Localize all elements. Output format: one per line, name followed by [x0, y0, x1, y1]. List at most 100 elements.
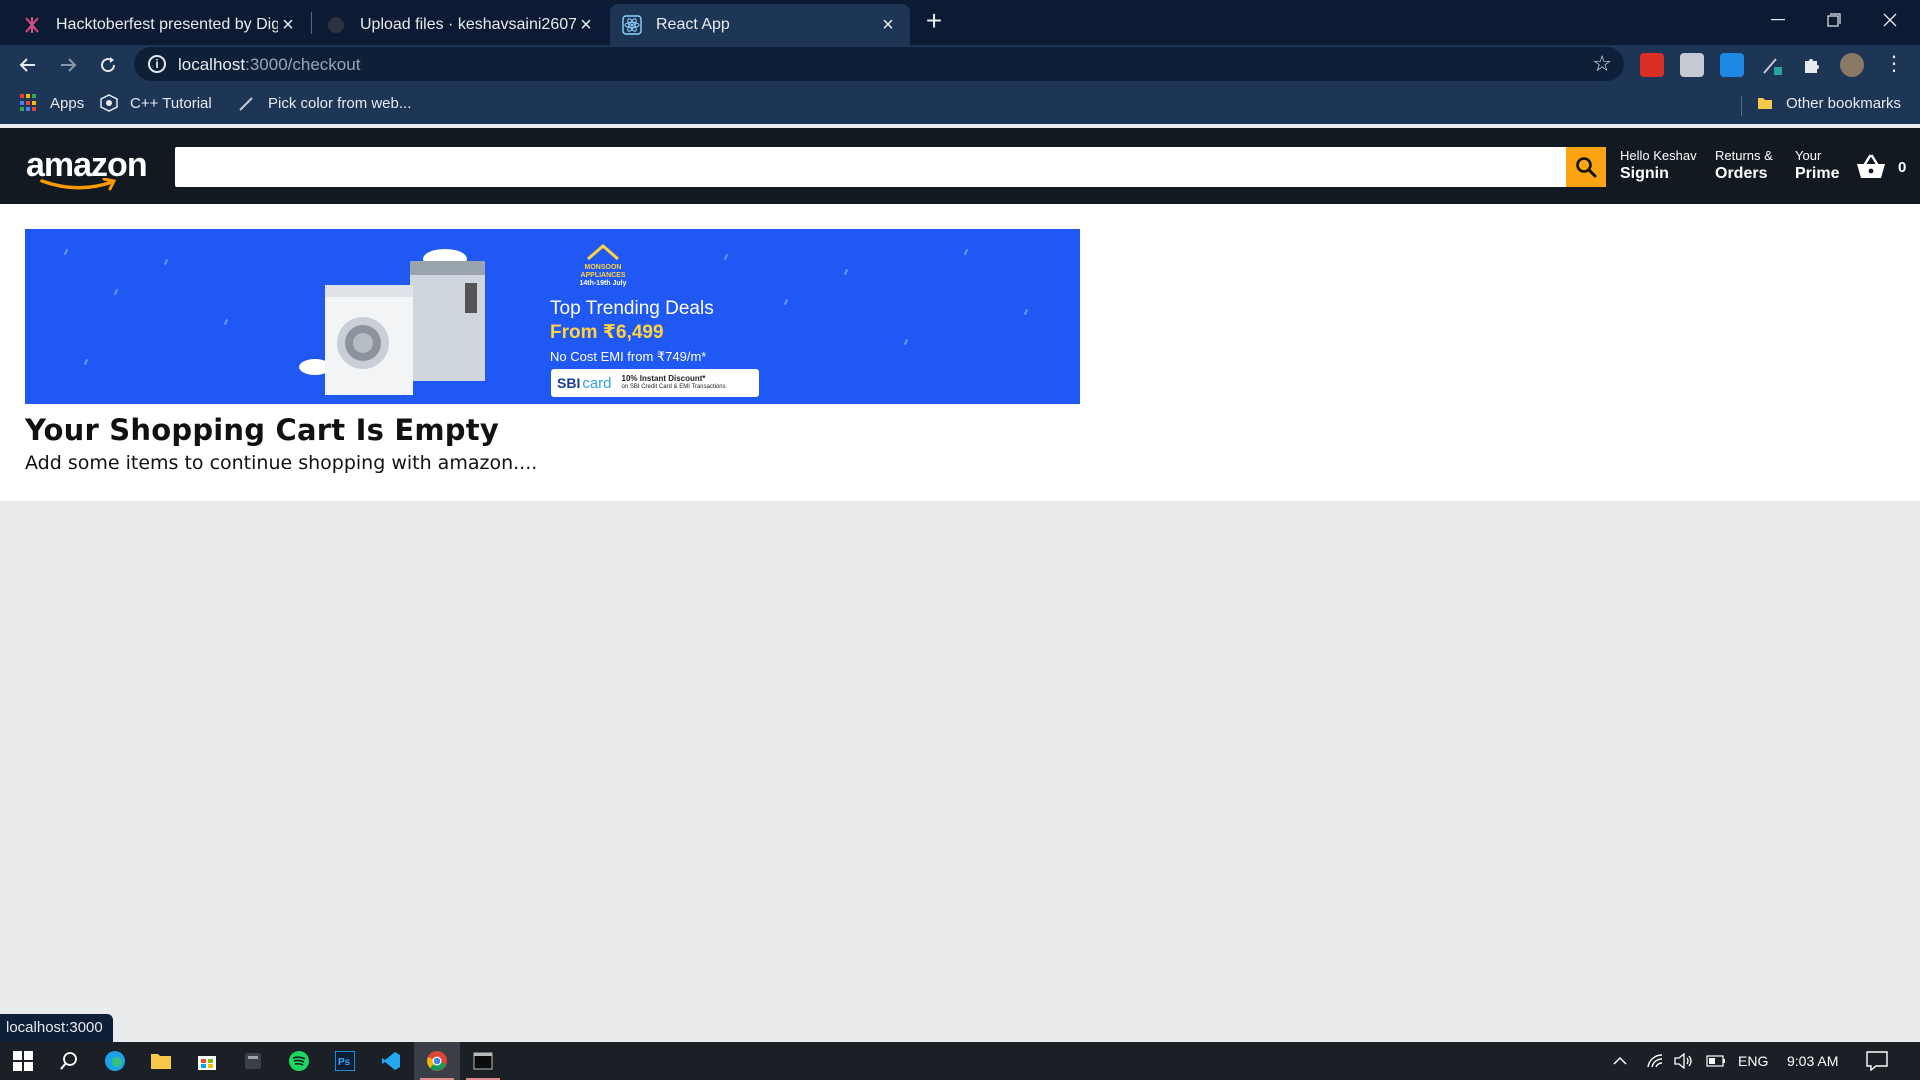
tab-title: Hacktoberfest presented by Digit: [56, 15, 278, 33]
close-tab-icon[interactable]: ×: [278, 15, 298, 35]
windows-taskbar: Ps ENG 9:03 AM: [0, 1042, 1920, 1080]
site-info-icon[interactable]: i: [148, 55, 166, 73]
vscode-app[interactable]: [368, 1042, 414, 1080]
clock[interactable]: 9:03 AM: [1787, 1042, 1838, 1080]
cpp-icon: [100, 94, 118, 112]
spotify-icon: [289, 1051, 309, 1071]
bookmark-label: Apps: [50, 94, 85, 112]
folder-icon: [1756, 94, 1774, 112]
search-icon: [60, 1052, 77, 1070]
browser-tab-strip: Hacktoberfest presented by Digit × Uploa…: [0, 0, 1920, 45]
browser-toolbar: i localhost:3000/checkout ☆ ⋮: [0, 45, 1920, 84]
notifications-icon[interactable]: [1866, 1042, 1888, 1080]
new-tab-button[interactable]: +: [920, 7, 948, 36]
basket-icon: [1857, 154, 1885, 178]
github-icon: [326, 15, 346, 35]
basket-count: 0: [1898, 158, 1907, 176]
chrome-app[interactable]: [414, 1042, 460, 1080]
terminal-app[interactable]: [460, 1042, 506, 1080]
appliances-logo: MONSOON APPLIANCES 14th-19th July: [573, 243, 633, 288]
orders-option[interactable]: Returns & Orders: [1715, 148, 1773, 184]
calculator-app[interactable]: [230, 1042, 276, 1080]
logo-text: amazon: [26, 146, 148, 184]
bookmark-divider: [1741, 96, 1742, 116]
prime-option[interactable]: Your Prime: [1795, 148, 1839, 184]
cart-empty-subtitle: Add some items to continue shopping with…: [25, 452, 538, 474]
edge-icon: [105, 1051, 125, 1071]
banner-headline: Top Trending Deals: [550, 298, 714, 319]
close-window-button[interactable]: [1862, 0, 1918, 40]
eyedropper-extension-icon[interactable]: [1760, 53, 1784, 77]
network-icon[interactable]: [1646, 1042, 1664, 1080]
amazon-logo[interactable]: amazon: [26, 148, 150, 192]
banner-emi: No Cost EMI from ₹749/m*: [550, 349, 707, 364]
bookmark-label: C++ Tutorial: [130, 94, 212, 112]
photoshop-app[interactable]: Ps: [322, 1042, 368, 1080]
promo-banner[interactable]: MONSOON APPLIANCES 14th-19th July Top Tr…: [25, 229, 1080, 404]
hacktoberfest-icon: [22, 15, 42, 35]
photoshop-icon: Ps: [335, 1051, 355, 1071]
edge-app[interactable]: [92, 1042, 138, 1080]
amazon-header: amazon Hello Keshav Signin Returns & Ord…: [0, 128, 1920, 204]
spotify-app[interactable]: [276, 1042, 322, 1080]
restore-button[interactable]: [1806, 0, 1862, 40]
address-bar[interactable]: i localhost:3000/checkout ☆: [134, 47, 1624, 81]
close-tab-icon[interactable]: ×: [878, 15, 898, 35]
search-taskbar-button[interactable]: [46, 1042, 92, 1080]
avatar[interactable]: [1840, 53, 1864, 77]
bookmark-pick-color[interactable]: Pick color from web...: [238, 94, 411, 112]
tab-divider: [311, 12, 312, 34]
banner-text: Top Trending Deals From ₹6,499 No Cost E…: [550, 297, 714, 367]
more-menu-icon[interactable]: ⋮: [1884, 53, 1904, 75]
folder-icon: [151, 1054, 171, 1069]
tab-react-app[interactable]: React App ×: [610, 4, 910, 45]
file-explorer-app[interactable]: [138, 1042, 184, 1080]
url-text: localhost:3000/checkout: [178, 55, 361, 74]
calculator-icon: [245, 1053, 261, 1069]
bookmark-apps[interactable]: Apps: [20, 94, 84, 112]
bookmark-label: Pick color from web...: [268, 94, 412, 112]
volume-icon[interactable]: [1674, 1042, 1694, 1080]
react-icon: [622, 14, 642, 35]
bookmarks-bar: Apps C++ Tutorial Pick color from web...…: [0, 84, 1920, 124]
windows-icon: [13, 1051, 33, 1071]
search-input[interactable]: [175, 147, 1566, 187]
store-icon: [198, 1056, 216, 1070]
bookmark-label: Other bookmarks: [1786, 94, 1902, 112]
terminal-icon: [473, 1052, 493, 1070]
other-bookmarks[interactable]: Other bookmarks: [1756, 94, 1901, 112]
svg-text:Ps: Ps: [338, 1057, 351, 1068]
tab-title: React App: [656, 15, 730, 33]
chrome-icon: [427, 1051, 447, 1071]
basket-button[interactable]: 0: [1856, 154, 1906, 180]
tab-hacktoberfest[interactable]: Hacktoberfest presented by Digit ×: [10, 4, 310, 45]
apps-grid-icon: [20, 94, 38, 112]
banner-price: From ₹6,499: [550, 322, 664, 343]
sbi-card-badge: SBI card 10% Instant Discount* on SBI Cr…: [551, 369, 759, 397]
reload-button[interactable]: [94, 51, 122, 79]
close-tab-icon[interactable]: ×: [576, 15, 596, 35]
vscode-icon: [382, 1052, 400, 1070]
link-status-bubble: localhost:3000: [0, 1014, 113, 1042]
extension-icon[interactable]: [1680, 53, 1704, 77]
store-app[interactable]: [184, 1042, 230, 1080]
tab-title: Upload files · keshavsaini2607/re: [360, 15, 576, 33]
logo-smile-icon: [40, 178, 117, 191]
bookmark-cpp-tutorial[interactable]: C++ Tutorial: [100, 94, 212, 112]
forward-button[interactable]: [54, 51, 82, 79]
pocket-extension-icon[interactable]: [1640, 53, 1664, 77]
battery-icon[interactable]: [1706, 1042, 1726, 1080]
extension-icon[interactable]: [1720, 53, 1744, 77]
minimize-button[interactable]: [1750, 0, 1806, 40]
signin-option[interactable]: Hello Keshav Signin: [1620, 148, 1697, 184]
search-icon: [1576, 157, 1597, 178]
back-button[interactable]: [14, 51, 42, 79]
search-button[interactable]: [1566, 147, 1606, 187]
language-indicator[interactable]: ENG: [1738, 1042, 1768, 1080]
bookmark-star-icon[interactable]: ☆: [1592, 51, 1612, 77]
tab-upload-files[interactable]: Upload files · keshavsaini2607/re ×: [314, 4, 608, 45]
washing-machine-image: [299, 249, 485, 395]
start-button[interactable]: [0, 1042, 46, 1080]
puzzle-icon[interactable]: [1800, 53, 1824, 77]
tray-chevron-icon[interactable]: [1612, 1042, 1628, 1080]
